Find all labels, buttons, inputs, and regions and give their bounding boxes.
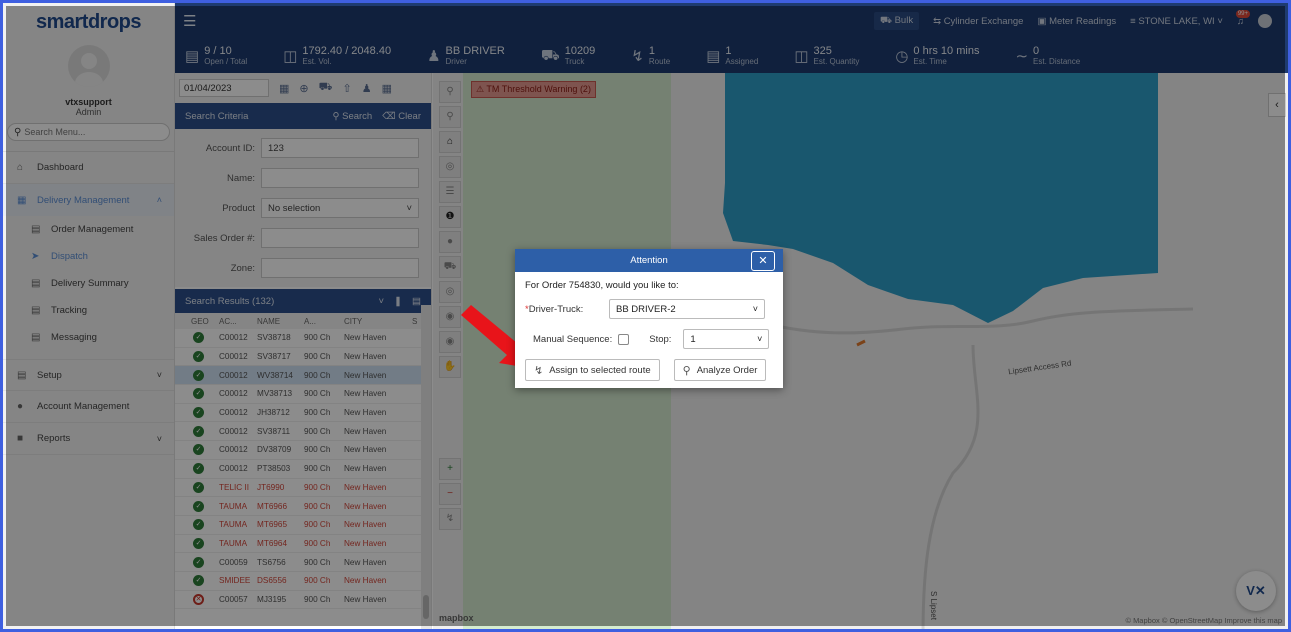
manual-sequence-label: Manual Sequence: (533, 333, 613, 345)
dialog-header: Attention ✕ (515, 249, 783, 272)
driver-truck-value: BB DRIVER-2 (616, 303, 676, 315)
attention-dialog: Attention ✕ For Order 754830, would you … (515, 249, 783, 388)
assign-route-button[interactable]: ↯ Assign to selected route (525, 359, 660, 381)
assign-label: Assign to selected route (549, 364, 651, 376)
close-icon[interactable]: ✕ (751, 251, 775, 271)
stop-select[interactable]: 1 ˅ (683, 329, 770, 349)
analyze-label: Analyze Order (696, 364, 758, 376)
dialog-question: For Order 754830, would you like to: (525, 280, 679, 291)
driver-truck-label: *Driver-Truck: (525, 303, 584, 315)
dialog-body: For Order 754830, would you like to: *Dr… (515, 272, 783, 389)
stop-label: Stop: (649, 333, 672, 345)
chevron-down-icon: ˅ (757, 334, 763, 344)
stop-value: 1 (690, 333, 696, 345)
manual-sequence-checkbox[interactable] (618, 333, 630, 345)
app-window: smartdrops vtxsupport Admin ⚲ Search Men… (0, 0, 1291, 632)
search-icon: ⚲ (682, 364, 691, 377)
route-icon: ↯ (534, 364, 544, 377)
driver-truck-select[interactable]: BB DRIVER-2 ˅ (609, 299, 765, 319)
dialog-title: Attention (630, 255, 668, 266)
analyze-order-button[interactable]: ⚲ Analyze Order (673, 359, 767, 381)
chevron-down-icon: ˅ (752, 304, 758, 314)
